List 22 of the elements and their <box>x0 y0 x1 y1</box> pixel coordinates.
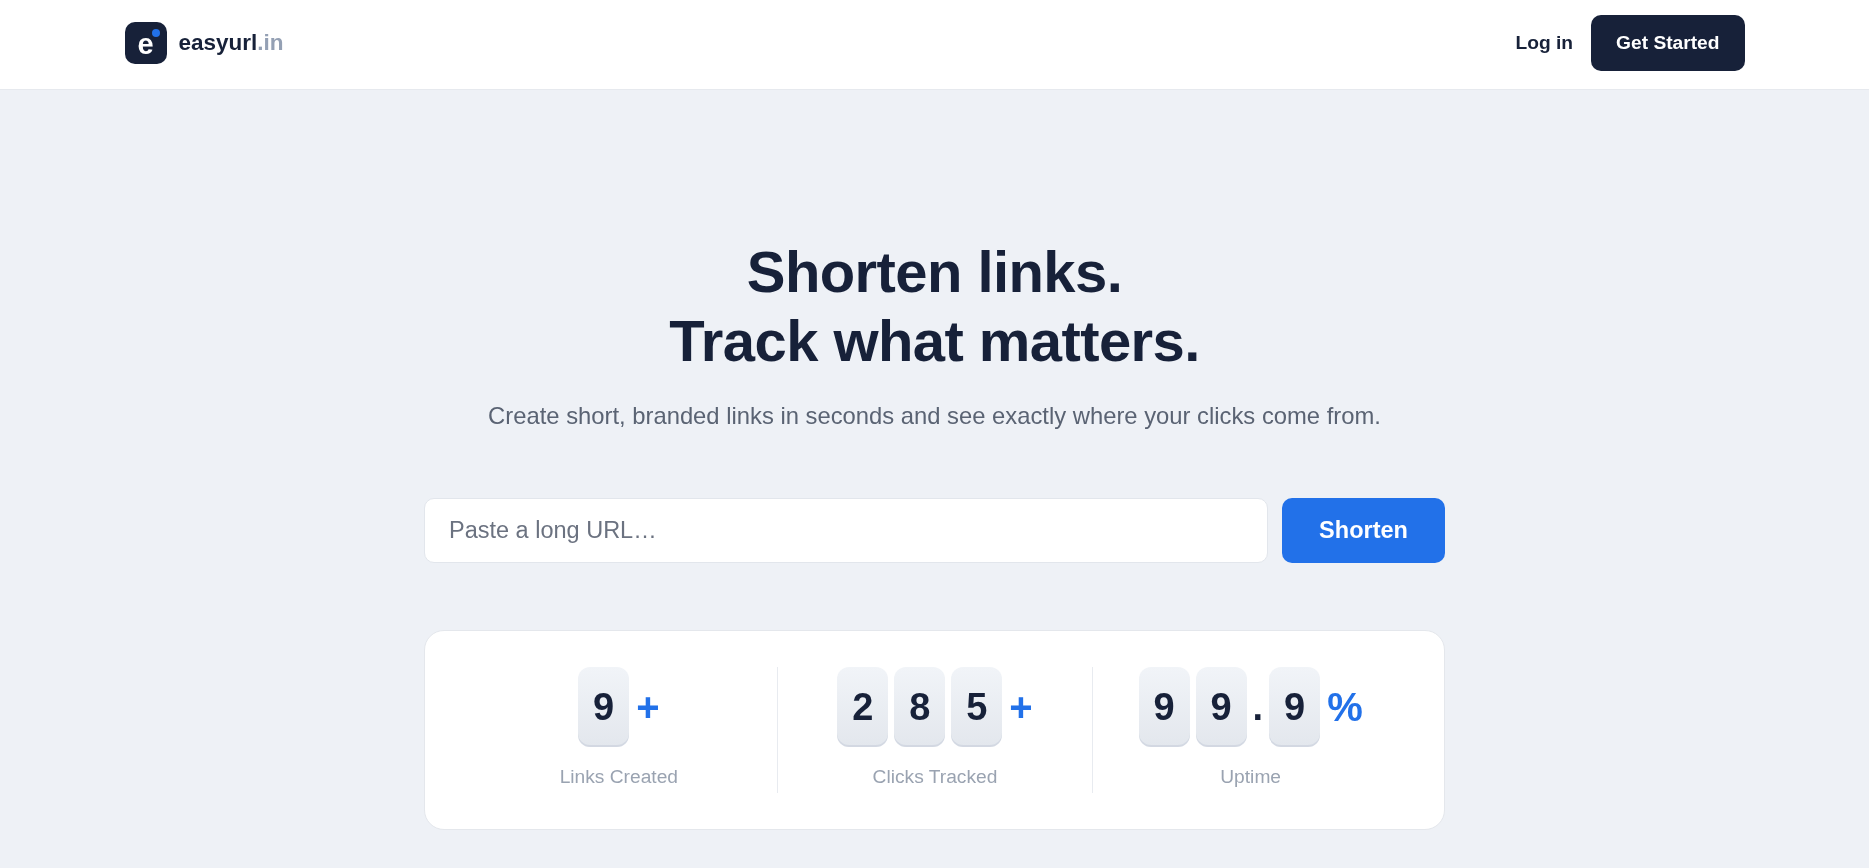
logo-icon[interactable]: e <box>124 22 167 64</box>
stat-suffix: + <box>1009 684 1033 731</box>
digit-tile: 9 <box>1269 667 1321 747</box>
decimal-point: . <box>1252 685 1264 730</box>
shorten-button[interactable]: Shorten <box>1282 498 1445 563</box>
stat-label: Uptime <box>1220 765 1282 789</box>
digit-tile: 9 <box>578 667 630 747</box>
url-input[interactable]: Paste a long URL… <box>424 498 1268 563</box>
stat-suffix: + <box>636 684 660 731</box>
digit-tile: 9 <box>1138 667 1190 747</box>
stat-label: Links Created <box>559 765 678 789</box>
digit-tile: 2 <box>837 667 889 747</box>
digit-tile: 5 <box>951 667 1003 747</box>
login-link[interactable]: Log in <box>1515 32 1574 54</box>
stat-suffix: % <box>1327 684 1363 731</box>
brand-name[interactable]: easyurl.in <box>178 30 284 56</box>
get-started-button[interactable]: Get Started <box>1591 15 1745 71</box>
stat-label: Clicks Tracked <box>872 765 998 789</box>
digit-tile: 9 <box>1195 667 1247 747</box>
digit-tile: 8 <box>894 667 946 747</box>
hero-title: Shorten links. Track what matters. <box>668 238 1201 375</box>
hero-subtitle: Create short, branded links in seconds and see exactly where your clicks come from. <box>487 401 1382 431</box>
